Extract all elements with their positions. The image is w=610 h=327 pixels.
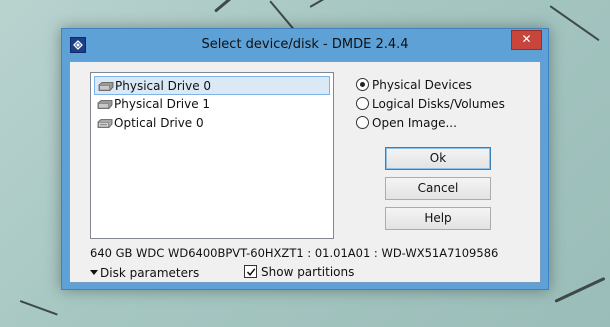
list-item-physical-drive-0[interactable]: Physical Drive 0: [94, 76, 330, 95]
radio-selected-dot: [360, 82, 365, 87]
window-title: Select device/disk - DMDE 2.4.4: [201, 37, 409, 52]
list-item-physical-drive-1[interactable]: Physical Drive 1: [94, 95, 330, 114]
triangle-down-icon: [90, 270, 98, 275]
radio-button[interactable]: [356, 116, 369, 129]
radio-label: Logical Disks/Volumes: [372, 97, 505, 111]
ok-button[interactable]: Ok: [385, 147, 491, 170]
radio-label: Physical Devices: [372, 78, 472, 92]
help-button[interactable]: Help: [385, 207, 491, 230]
device-info-text: 640 GB WDC WD6400BPVT-60HXZT1 : 01.01A01…: [90, 246, 499, 260]
list-item-label: Physical Drive 1: [114, 97, 211, 111]
select-device-dialog: Select device/disk - DMDE 2.4.4 ✕ Physic…: [61, 28, 549, 290]
radio-button[interactable]: [356, 78, 369, 91]
list-item-optical-drive-0[interactable]: Optical Drive 0: [94, 114, 330, 133]
tree-branch: [549, 5, 600, 42]
tree-branch: [19, 300, 58, 316]
desktop-background: Select device/disk - DMDE 2.4.4 ✕ Physic…: [0, 0, 610, 327]
checkmark-icon: [246, 268, 256, 276]
show-partitions-checkbox[interactable]: [244, 265, 257, 278]
show-partitions-label: Show partitions: [261, 265, 355, 279]
cancel-button[interactable]: Cancel: [385, 177, 491, 200]
disk-parameters-label: Disk parameters: [100, 266, 200, 280]
radio-button[interactable]: [356, 97, 369, 110]
dialog-content: Physical Drive 0 Physical Drive 1 Optica…: [69, 61, 541, 283]
radio-label: Open Image...: [372, 116, 457, 130]
list-item-label: Physical Drive 0: [115, 79, 212, 93]
device-list[interactable]: Physical Drive 0 Physical Drive 1 Optica…: [90, 72, 334, 239]
hard-drive-icon: [98, 82, 114, 91]
tree-branch: [309, 0, 346, 8]
list-item-label: Optical Drive 0: [114, 116, 204, 130]
tree-branch: [554, 276, 606, 303]
close-button[interactable]: ✕: [511, 30, 542, 50]
optical-drive-icon: [97, 119, 113, 128]
title-bar[interactable]: Select device/disk - DMDE 2.4.4 ✕: [62, 29, 548, 61]
tree-branch: [214, 0, 270, 13]
hard-drive-icon: [97, 100, 113, 109]
